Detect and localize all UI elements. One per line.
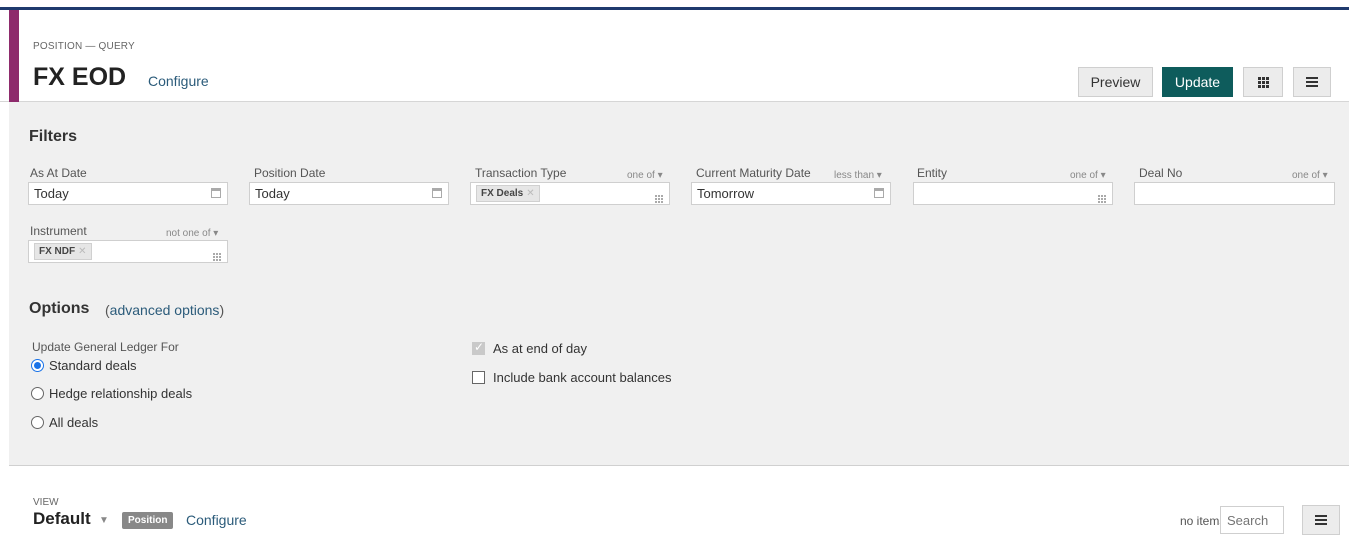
advanced-options: (advanced options) [105, 302, 224, 318]
transaction-type-operator[interactable]: one of ▾ [627, 170, 663, 181]
instrument-label: Instrument [30, 224, 87, 238]
grid-icon[interactable] [655, 188, 663, 203]
entity-label: Entity [917, 166, 948, 180]
configure-link[interactable]: Configure [148, 73, 209, 89]
caret-down-icon[interactable]: ▼ [99, 515, 109, 526]
transaction-type-input[interactable]: FX Deals ✕ [470, 182, 670, 205]
current-maturity-date-operator[interactable]: less than ▾ [834, 170, 882, 181]
instrument-operator[interactable]: not one of ▾ [166, 228, 218, 239]
current-maturity-date-value: Tomorrow [697, 186, 755, 201]
remove-chip-icon[interactable]: ✕ [78, 246, 86, 257]
grid-view-button[interactable] [1243, 67, 1283, 97]
as-at-date-value: Today [34, 186, 69, 201]
radio-button[interactable] [31, 359, 44, 372]
view-menu-button[interactable] [1302, 505, 1340, 535]
radio-button[interactable] [31, 416, 44, 429]
deal-no-label: Deal No [1139, 166, 1183, 180]
grid-icon[interactable] [213, 246, 221, 261]
options-heading: Options [29, 300, 90, 317]
remove-chip-icon[interactable]: ✕ [526, 188, 534, 199]
view-panel: VIEW Default ▼ Position Configure no ite… [9, 466, 1349, 540]
preview-button[interactable]: Preview [1078, 67, 1153, 97]
page-header: POSITION — QUERY FX EOD Configure Previe… [0, 10, 1349, 102]
menu-icon [1306, 75, 1318, 89]
as-at-date-label: As At Date [30, 166, 87, 180]
menu-icon [1315, 513, 1327, 527]
check-include-bank-balances[interactable]: Include bank account balances [472, 370, 672, 385]
radio-all-deals[interactable]: All deals [31, 415, 98, 430]
current-maturity-date-label: Current Maturity Date [696, 166, 811, 180]
entity-input[interactable] [913, 182, 1113, 205]
view-title[interactable]: Default [33, 509, 91, 529]
deal-no-input[interactable] [1134, 182, 1335, 205]
item-count: no items [1180, 514, 1226, 528]
check-as-at-end-of-day: As at end of day [472, 340, 587, 356]
radio-hedge-label: Hedge relationship deals [49, 386, 193, 401]
entity-operator[interactable]: one of ▾ [1070, 170, 1106, 181]
instrument-input[interactable]: FX NDF ✕ [28, 240, 228, 263]
calendar-icon[interactable] [874, 188, 884, 201]
accent-bar [9, 10, 19, 102]
instrument-chip: FX NDF ✕ [34, 243, 92, 260]
transaction-type-chip-label: FX Deals [481, 188, 524, 199]
grid-icon [1257, 76, 1269, 88]
check-bank-label: Include bank account balances [493, 370, 672, 385]
position-date-value: Today [255, 186, 290, 201]
current-maturity-date-input[interactable]: Tomorrow [691, 182, 891, 205]
calendar-icon[interactable] [432, 188, 442, 201]
position-date-input[interactable]: Today [249, 182, 449, 205]
page-title: FX EOD [33, 63, 127, 91]
view-label: VIEW [33, 497, 59, 508]
position-badge: Position [122, 512, 174, 529]
grid-icon[interactable] [1098, 188, 1106, 203]
search-input[interactable] [1220, 506, 1284, 534]
breadcrumb: POSITION — QUERY [33, 41, 135, 52]
gl-label: Update General Ledger For [32, 340, 179, 354]
advanced-options-close-paren: ) [219, 302, 225, 318]
instrument-chip-label: FX NDF [39, 246, 76, 257]
advanced-options-link[interactable]: advanced options [110, 302, 220, 318]
radio-button[interactable] [31, 387, 44, 400]
radio-standard-label: Standard deals [49, 358, 137, 373]
checkbox [472, 340, 485, 355]
filters-panel: Filters As At Date Today Position Date T… [9, 102, 1349, 466]
checkbox[interactable] [472, 371, 485, 384]
position-date-label: Position Date [254, 166, 326, 180]
radio-all-label: All deals [49, 415, 99, 430]
deal-no-operator[interactable]: one of ▾ [1292, 170, 1328, 181]
calendar-icon[interactable] [211, 188, 221, 201]
radio-standard-deals[interactable]: Standard deals [31, 358, 136, 373]
update-button[interactable]: Update [1162, 67, 1233, 97]
view-configure-link[interactable]: Configure [186, 512, 247, 528]
check-eod-label: As at end of day [493, 341, 587, 356]
filters-heading: Filters [29, 128, 78, 145]
menu-button[interactable] [1293, 67, 1331, 97]
as-at-date-input[interactable]: Today [28, 182, 228, 205]
radio-hedge-deals[interactable]: Hedge relationship deals [31, 386, 192, 401]
transaction-type-chip: FX Deals ✕ [476, 185, 540, 202]
transaction-type-label: Transaction Type [475, 166, 567, 180]
